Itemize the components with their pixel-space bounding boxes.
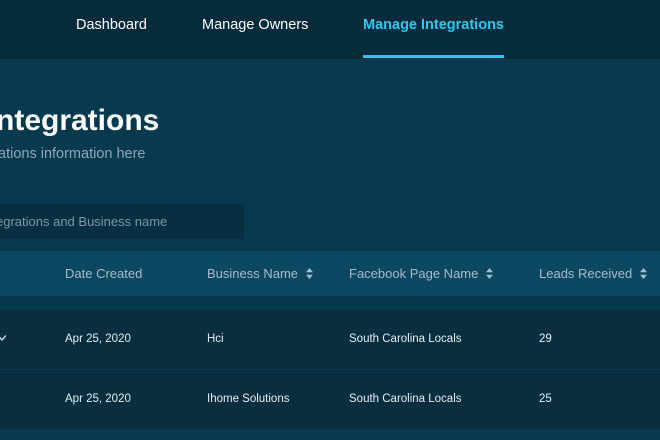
search-input[interactable] xyxy=(0,204,244,239)
page-subtitle: ations information here xyxy=(0,146,146,162)
table-header: Date Created Business Name Facebook Page… xyxy=(0,251,660,296)
nav-dashboard-label: Dashboard xyxy=(76,17,147,33)
nav-manage-integrations-label: Manage Integrations xyxy=(363,17,504,33)
nav-manage-owners-label: Manage Owners xyxy=(202,17,309,33)
cell-business-name: Ihome Solutions xyxy=(207,393,290,405)
column-header-date-created: Date Created xyxy=(65,251,142,296)
nav-dashboard[interactable]: Dashboard xyxy=(76,0,147,59)
cell-leads-received: 25 xyxy=(539,393,552,405)
column-header-business-name[interactable]: Business Name xyxy=(207,251,313,296)
active-tab-indicator xyxy=(363,55,504,58)
column-header-facebook-page-name[interactable]: Facebook Page Name xyxy=(349,251,493,296)
column-header-date-created-label: Date Created xyxy=(65,266,143,281)
sort-updown-icon xyxy=(305,268,313,280)
nav-manage-integrations[interactable]: Manage Integrations xyxy=(363,0,504,59)
cell-date-created: Apr 25, 2020 xyxy=(65,393,131,405)
nav-manage-owners[interactable]: Manage Owners xyxy=(202,0,308,59)
cell-facebook-page-name: South Carolina Locals xyxy=(349,333,462,345)
table-row[interactable]: Apr 25, 2020 Ihome Solutions South Carol… xyxy=(0,370,660,430)
column-header-facebook-page-name-label: Facebook Page Name xyxy=(349,266,479,281)
cell-leads-received: 29 xyxy=(539,333,552,345)
sort-updown-icon xyxy=(485,268,493,280)
cell-date-created: Apr 25, 2020 xyxy=(65,333,131,345)
table-spacer xyxy=(0,296,660,310)
cell-business-name: Hci xyxy=(207,333,224,345)
table-row[interactable]: Apr 25, 2020 Hci South Carolina Locals 2… xyxy=(0,310,660,370)
sort-updown-icon xyxy=(639,268,647,280)
chevron-down-icon[interactable] xyxy=(0,334,6,342)
cell-facebook-page-name: South Carolina Locals xyxy=(349,393,462,405)
column-header-leads-received[interactable]: Leads Received xyxy=(539,251,647,296)
column-header-business-name-label: Business Name xyxy=(207,266,299,281)
page-title: ntegrations xyxy=(0,104,160,137)
column-header-leads-received-label: Leads Received xyxy=(539,266,633,281)
top-navigation: Dashboard Manage Owners Manage Integrati… xyxy=(0,0,660,59)
